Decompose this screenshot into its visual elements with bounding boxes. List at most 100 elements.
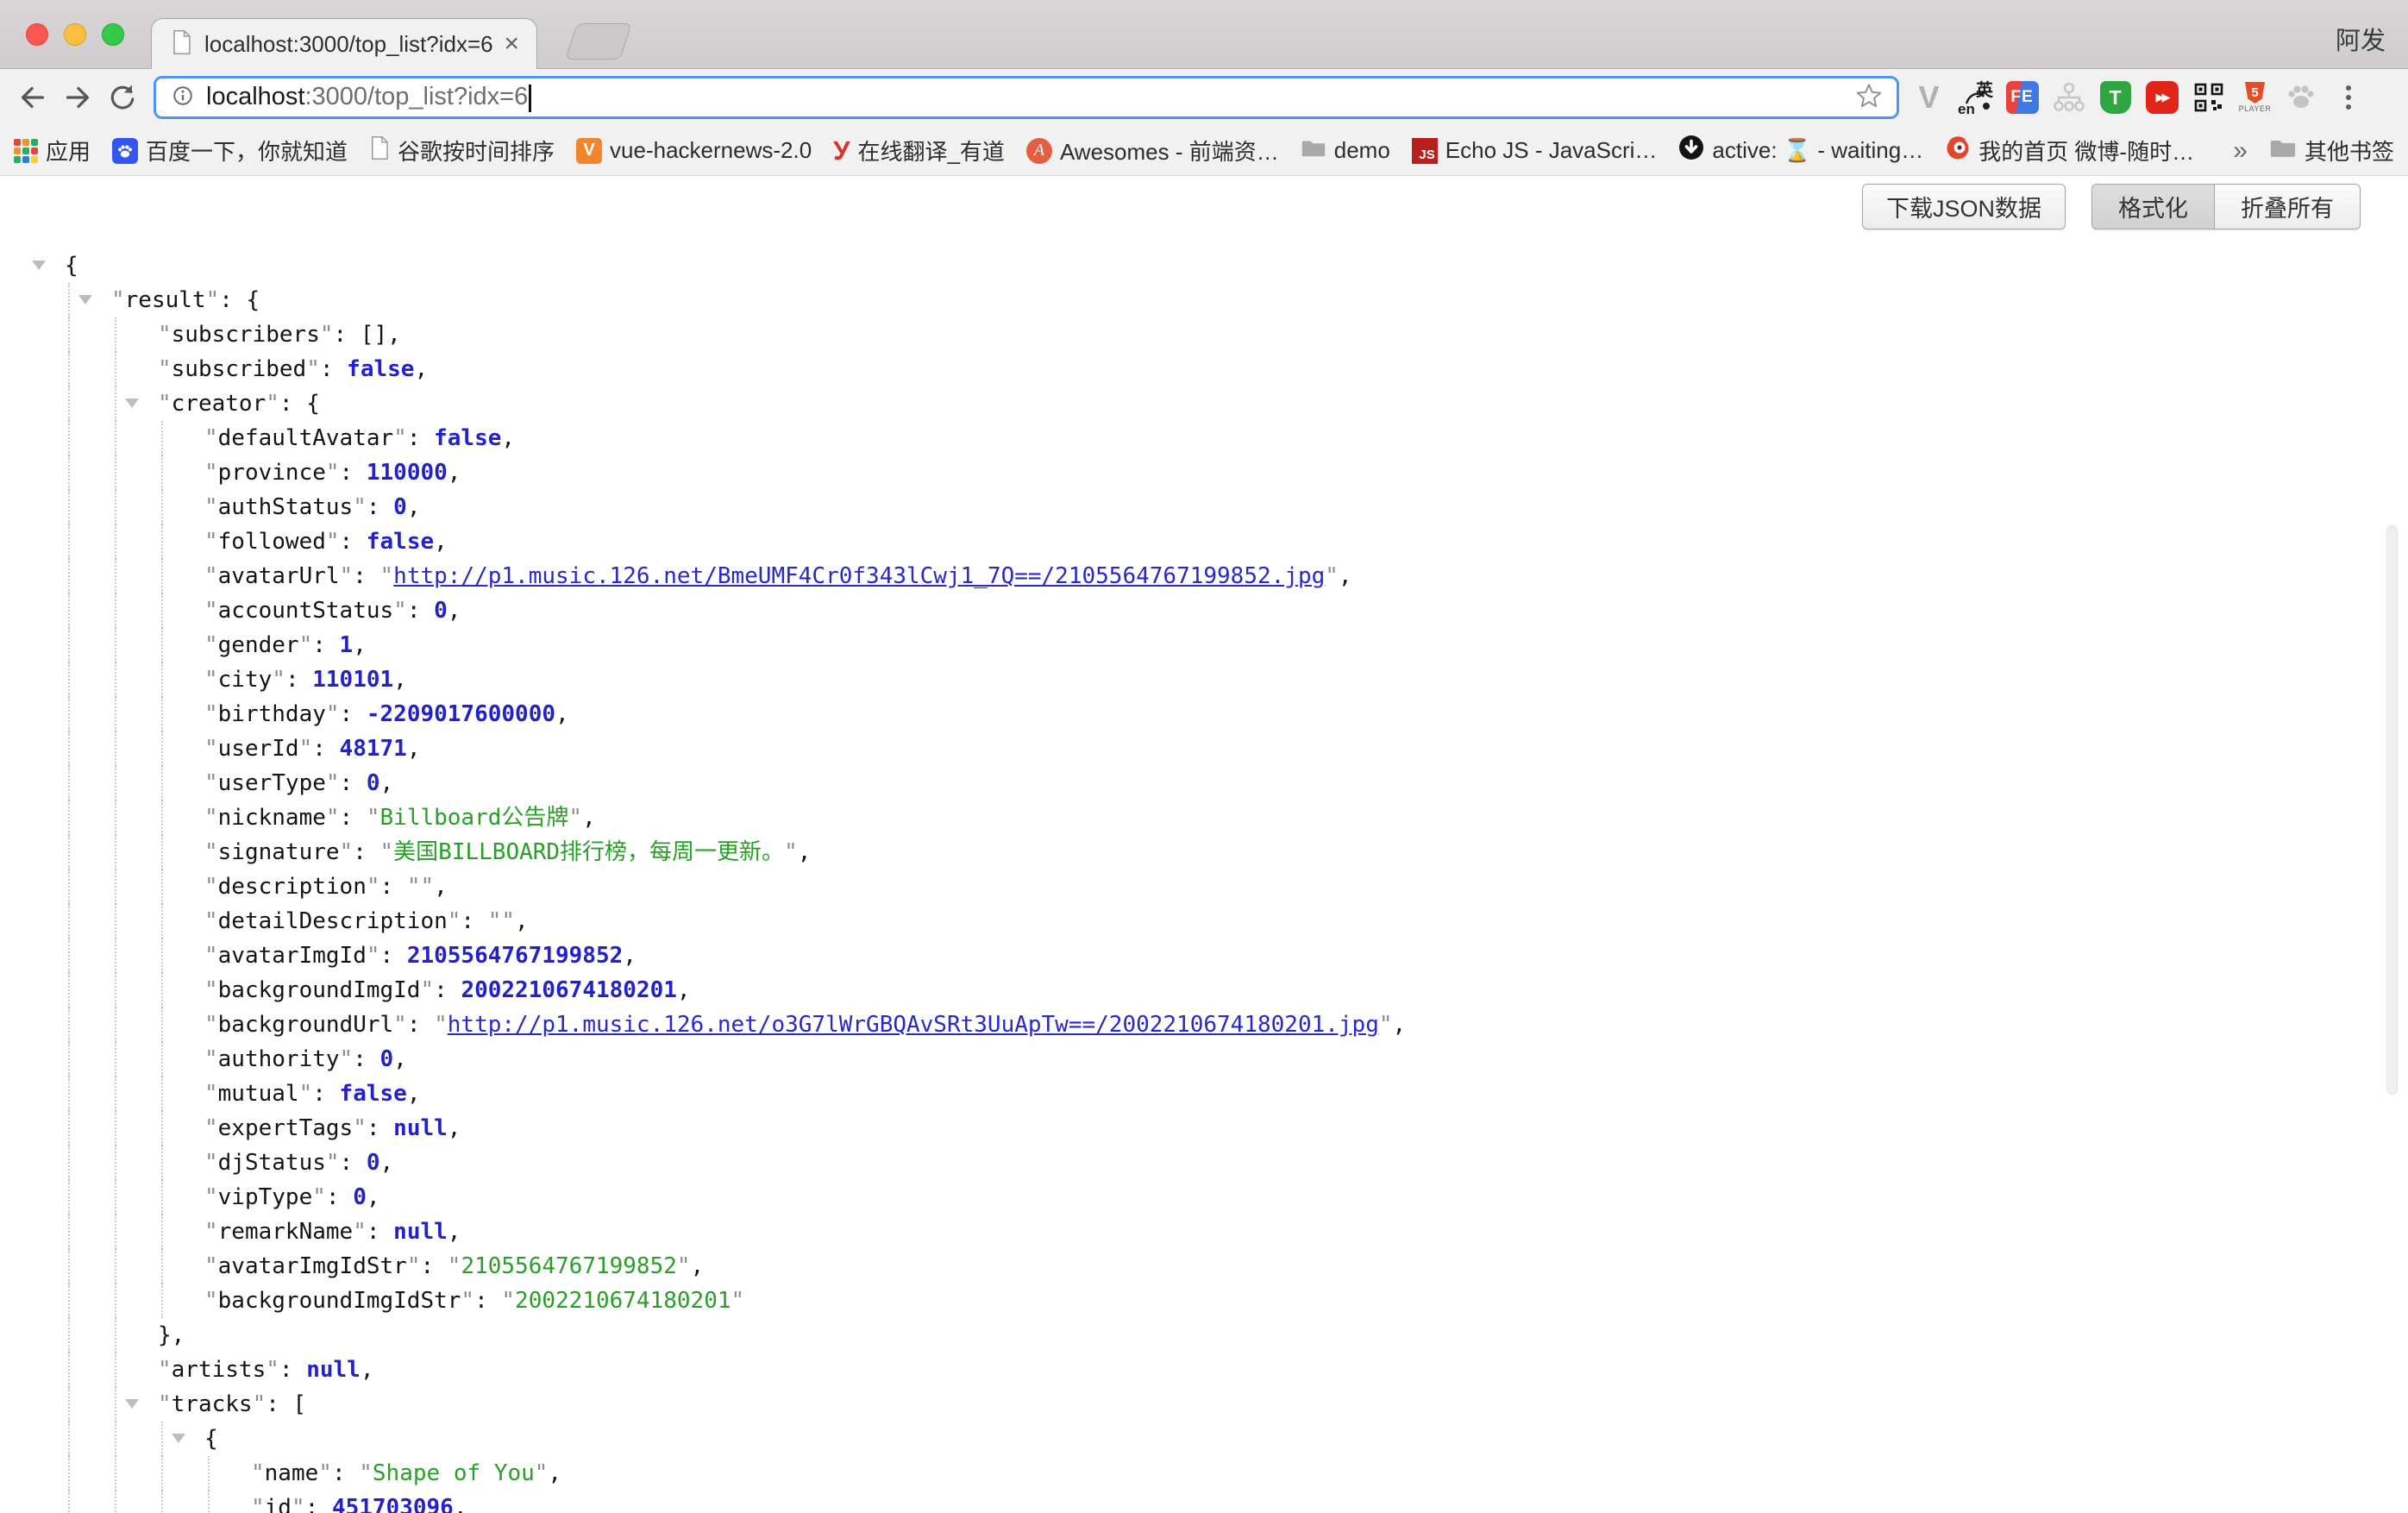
json-quote: " — [784, 839, 798, 865]
json-key: accountStatus — [218, 598, 394, 624]
json-quote: " — [204, 460, 218, 486]
json-key: signature — [218, 839, 340, 865]
forward-button[interactable] — [55, 75, 100, 120]
indent-guide — [68, 662, 70, 697]
bookmark-star-icon[interactable] — [1855, 82, 1883, 114]
sitemap-icon[interactable] — [2051, 78, 2086, 116]
bookmark-item-echojs[interactable]: JS Echo JS - JavaScri… — [1412, 137, 1658, 164]
json-quote: " — [299, 736, 313, 762]
bookmark-item-weibo[interactable]: 我的首页 微博-随时… — [1945, 135, 2194, 166]
browser-menu-icon[interactable] — [2339, 85, 2358, 110]
extension-icons-row: V 英 en FE T ▶▶ 5 PLAYER — [1911, 78, 2358, 116]
traffic-light-zoom-button[interactable] — [102, 23, 124, 46]
json-quote: " — [353, 1219, 367, 1245]
collapse-all-button[interactable]: 折叠所有 — [2215, 184, 2361, 229]
indent-guide — [208, 1456, 210, 1491]
indent-guide — [115, 1077, 116, 1111]
json-line: "userType": 0, — [0, 766, 2408, 800]
format-button[interactable]: 格式化 — [2091, 184, 2215, 229]
indent-guide — [161, 939, 163, 973]
json-punct: , — [393, 1046, 407, 1072]
indent-guide — [115, 766, 116, 800]
bookmark-item-vue-hackernews[interactable]: V vue-hackernews-2.0 — [576, 137, 812, 164]
indent-guide — [115, 490, 116, 524]
indent-guide — [68, 835, 70, 870]
bookmark-item-awesomes[interactable]: A Awesomes - 前端资… — [1026, 135, 1279, 166]
apps-grid-icon — [14, 139, 38, 163]
json-quote: " — [204, 667, 218, 693]
bookmarks-overflow-chevron[interactable]: » — [2233, 136, 2248, 166]
indent-guide — [161, 1042, 163, 1077]
qr-code-icon[interactable] — [2191, 78, 2226, 116]
json-quote: " — [306, 356, 320, 382]
json-punct: : — [353, 839, 379, 865]
json-punct: : — [340, 770, 367, 796]
json-quote: " — [204, 529, 218, 555]
indent-guide — [115, 800, 116, 835]
json-punct: : — [420, 1253, 447, 1279]
json-value-link[interactable]: http://p1.music.126.net/o3G7lWrGBQAvSRt3… — [448, 1012, 1379, 1038]
bookmark-item-apps[interactable]: 应用 — [14, 135, 91, 166]
traffic-light-close-button[interactable] — [26, 23, 48, 46]
bookmark-item-active[interactable]: active: ⌛ - waiting… — [1678, 135, 1923, 166]
html5-player-icon[interactable]: 5 PLAYER — [2237, 78, 2273, 116]
json-punct: : — [340, 805, 367, 831]
bookmark-item-google-sort[interactable]: 谷歌按时间排序 — [369, 135, 555, 166]
json-key: creator — [172, 391, 267, 417]
json-line: "subscribed": false, — [0, 352, 2408, 386]
json-value-number: 2002210674180201 — [461, 977, 676, 1003]
indent-guide — [68, 939, 70, 973]
json-value-number: 48171 — [340, 736, 407, 762]
tampermonkey-shield-icon[interactable]: T — [2098, 78, 2133, 116]
traffic-light-minimize-button[interactable] — [64, 23, 86, 46]
json-line: "avatarUrl": "http://p1.music.126.net/Bm… — [0, 559, 2408, 593]
address-bar[interactable]: localhost:3000/top_list?idx=6 — [154, 76, 1899, 119]
json-punct: : — [285, 667, 312, 693]
json-value-number: false — [434, 425, 501, 451]
indent-guide — [161, 593, 163, 628]
collapse-caret-icon[interactable] — [125, 399, 139, 408]
json-value-number: 451703096 — [332, 1495, 454, 1513]
collapse-caret-icon[interactable] — [125, 1399, 139, 1409]
new-tab-button[interactable] — [565, 23, 632, 60]
json-value-link[interactable]: http://p1.music.126.net/BmeUMF4Cr0f343lC… — [393, 563, 1325, 589]
json-key: detailDescription — [218, 908, 448, 934]
fe-extension-icon[interactable]: FE — [2004, 78, 2040, 116]
indent-guide — [161, 524, 163, 559]
indent-guide — [68, 1456, 70, 1491]
json-key: remarkName — [218, 1219, 354, 1245]
collapse-caret-icon[interactable] — [78, 295, 92, 304]
indent-guide — [115, 1111, 116, 1146]
paw-icon[interactable] — [2284, 78, 2319, 116]
reload-button[interactable] — [100, 75, 145, 120]
download-json-button[interactable]: 下载JSON数据 — [1862, 184, 2066, 229]
indent-guide — [68, 1284, 70, 1318]
bookmark-item-youdao[interactable]: У 在线翻译_有道 — [833, 135, 1005, 166]
back-button[interactable] — [10, 75, 55, 120]
bookmark-item-demo[interactable]: demo — [1301, 137, 1390, 164]
profile-name[interactable]: 阿发 — [2336, 21, 2386, 57]
json-key: avatarUrl — [218, 563, 340, 589]
fast-forward-icon[interactable]: ▶▶ — [2144, 78, 2179, 116]
page-info-icon[interactable] — [170, 83, 196, 113]
bookmark-item-baidu[interactable]: 百度一下，你就知道 — [112, 135, 348, 166]
json-quote: " — [158, 1391, 172, 1417]
indent-guide — [68, 421, 70, 455]
indent-guide — [115, 662, 116, 697]
json-key: userType — [218, 770, 326, 796]
collapse-caret-icon[interactable] — [32, 261, 46, 270]
json-punct: , — [353, 632, 367, 658]
translate-icon[interactable]: 英 en — [1958, 78, 1993, 116]
browser-tab[interactable]: localhost:3000/top_list?idx=6 × — [151, 18, 537, 69]
json-quote: " — [204, 598, 218, 624]
other-bookmarks-folder[interactable]: 其他书签 — [2269, 135, 2394, 166]
tab-close-icon[interactable]: × — [502, 31, 521, 57]
json-key: mutual — [218, 1081, 299, 1107]
vue-devtools-icon[interactable]: V — [1911, 78, 1947, 116]
json-key: expertTags — [218, 1115, 354, 1141]
collapse-caret-icon[interactable] — [172, 1434, 185, 1443]
vertical-scrollbar[interactable] — [2386, 525, 2398, 1095]
json-key: userId — [218, 736, 299, 762]
json-punct: : — [407, 598, 434, 624]
json-quote: " — [367, 943, 380, 969]
